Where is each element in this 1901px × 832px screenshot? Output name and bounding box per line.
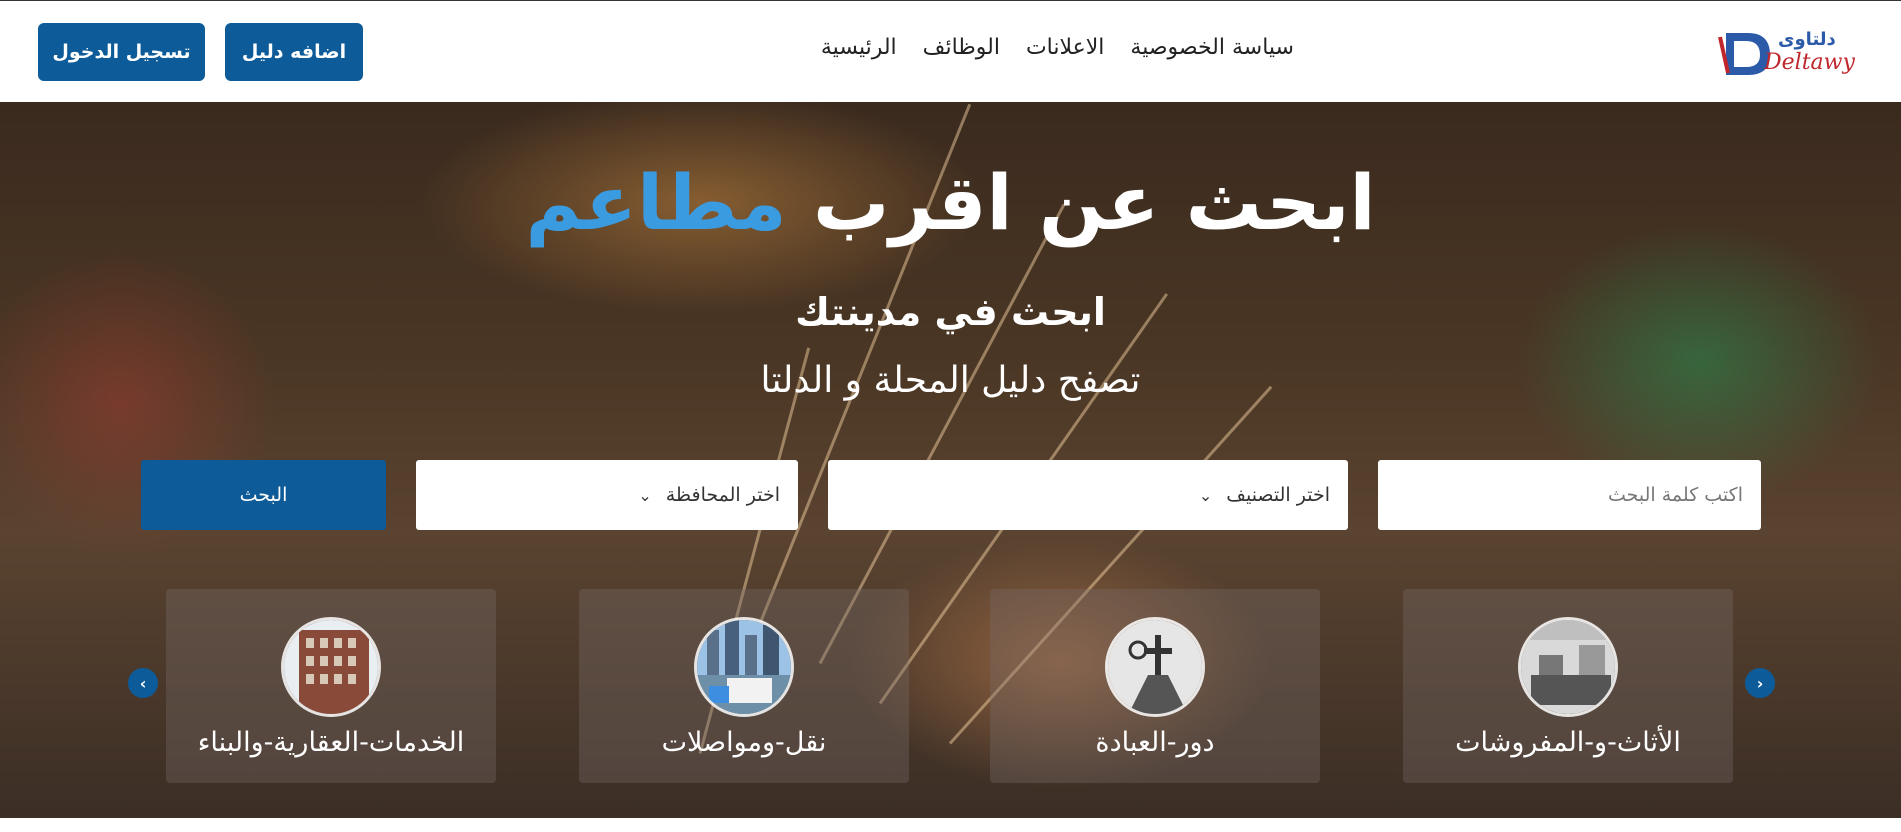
chevron-down-icon: ⌄	[638, 485, 652, 505]
furniture-image-icon	[1518, 617, 1618, 717]
nav-ads[interactable]: الاعلانات	[1026, 35, 1104, 60]
transport-image-icon	[694, 617, 794, 717]
deltawy-logo-icon: دلتاوى Deltawy	[1718, 29, 1855, 75]
category-card-label: دور-العبادة	[1095, 727, 1215, 758]
governorate-select[interactable]: اختر المحافظة ⌄	[416, 460, 798, 530]
main-nav: الرئيسية الوظائف الاعلانات سياسة الخصوصي…	[821, 35, 1294, 60]
carousel-prev-button[interactable]: ‹	[128, 668, 158, 698]
add-listing-button[interactable]: اضافه دليل	[225, 23, 363, 81]
header: تسجيل الدخول اضافه دليل الرئيسية الوظائف…	[0, 0, 1901, 102]
category-card-transport[interactable]: نقل-ومواصلات	[579, 589, 909, 783]
building-image-icon	[281, 617, 381, 717]
category-card-label: الخدمات-العقارية-والبناء	[197, 727, 465, 758]
hero-title-prefix: ابحث عن اقرب	[813, 158, 1376, 247]
category-select-value: اختر التصنيف	[1226, 484, 1330, 506]
hero-subtitle: ابحث في مدينتك	[795, 290, 1106, 334]
hero-title-accent: مطاعم	[525, 158, 787, 247]
category-select[interactable]: اختر التصنيف ⌄	[828, 460, 1348, 530]
category-card-real-estate[interactable]: الخدمات-العقارية-والبناء	[166, 589, 496, 783]
category-card-label: الأثاث-و-المفروشات	[1455, 727, 1681, 758]
nav-privacy[interactable]: سياسة الخصوصية	[1130, 35, 1294, 60]
governorate-select-value: اختر المحافظة	[665, 484, 780, 506]
category-card-worship[interactable]: دور-العبادة	[990, 589, 1320, 783]
search-keyword-input[interactable]: اكتب كلمة البحث	[1378, 460, 1761, 530]
logo[interactable]: دلتاوى Deltawy	[1718, 23, 1858, 83]
nav-home[interactable]: الرئيسية	[821, 35, 897, 60]
hero-title: ابحث عن اقرب مطاعم	[0, 158, 1901, 247]
hero-section: ابحث عن اقرب مطاعم ابحث في مدينتك تصفح د…	[0, 102, 1901, 818]
carousel-next-button[interactable]: ›	[1745, 668, 1775, 698]
chevron-right-icon: ›	[1756, 673, 1764, 693]
chevron-down-icon: ⌄	[1198, 485, 1213, 505]
nav-jobs[interactable]: الوظائف	[923, 35, 1000, 60]
search-keyword-placeholder: اكتب كلمة البحث	[1607, 484, 1743, 506]
chevron-left-icon: ‹	[139, 673, 147, 693]
search-button[interactable]: البحث	[141, 460, 386, 530]
login-button[interactable]: تسجيل الدخول	[38, 23, 205, 81]
category-card-label: نقل-ومواصلات	[661, 727, 827, 758]
category-card-furniture[interactable]: الأثاث-و-المفروشات	[1403, 589, 1733, 783]
logo-english-text: Deltawy	[1763, 50, 1855, 75]
page-bottom	[0, 818, 1901, 832]
worship-image-icon	[1105, 617, 1205, 717]
logo-arabic-text: دلتاوى	[1778, 29, 1836, 50]
hero-tagline: تصفح دليل المحلة و الدلتا	[760, 360, 1141, 401]
